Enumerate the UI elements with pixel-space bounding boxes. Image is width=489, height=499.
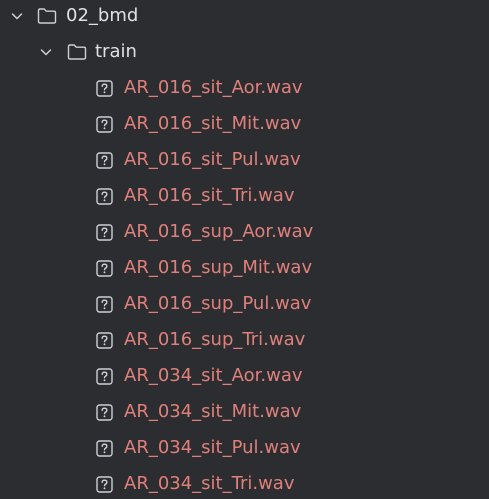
- tree-row-root-folder[interactable]: 02_bmd: [0, 0, 489, 34]
- tree-row-file-2[interactable]: AR_016_sit_Pul.wav: [0, 142, 489, 178]
- file-label: AR_034_sit_Pul.wav: [124, 437, 301, 458]
- tree-row-file-1[interactable]: AR_016_sit_Mit.wav: [0, 106, 489, 142]
- file-label: AR_016_sit_Pul.wav: [124, 149, 301, 170]
- file-label: AR_016_sit_Tri.wav: [124, 185, 295, 206]
- folder-label-train: train: [95, 41, 137, 62]
- unknown-file-icon: [96, 187, 113, 205]
- tree-row-file-6[interactable]: AR_016_sup_Pul.wav: [0, 286, 489, 322]
- file-label: AR_016_sup_Mit.wav: [124, 257, 313, 278]
- chevron-down-icon[interactable]: [39, 45, 53, 59]
- tree-row-file-5[interactable]: AR_016_sup_Mit.wav: [0, 250, 489, 286]
- unknown-file-icon: [96, 223, 113, 241]
- file-label: AR_034_sit_Mit.wav: [124, 401, 302, 422]
- unknown-file-icon: [96, 475, 113, 493]
- tree-row-train-folder[interactable]: train: [0, 34, 489, 70]
- file-label: AR_034_sit_Tri.wav: [124, 473, 295, 494]
- unknown-file-icon: [96, 367, 113, 385]
- unknown-file-icon: [96, 439, 113, 457]
- tree-row-file-8[interactable]: AR_034_sit_Aor.wav: [0, 358, 489, 394]
- unknown-file-icon: [96, 115, 113, 133]
- tree-row-file-11[interactable]: AR_034_sit_Tri.wav: [0, 466, 489, 499]
- unknown-file-icon: [96, 295, 113, 313]
- tree-row-file-7[interactable]: AR_016_sup_Tri.wav: [0, 322, 489, 358]
- folder-icon: [37, 8, 57, 24]
- unknown-file-icon: [96, 259, 113, 277]
- project-tree: 02_bmd train AR_016_sit_Aor.wav AR_016_s…: [0, 0, 489, 499]
- folder-label-root: 02_bmd: [66, 5, 139, 26]
- tree-row-file-9[interactable]: AR_034_sit_Mit.wav: [0, 394, 489, 430]
- unknown-file-icon: [96, 79, 113, 97]
- tree-row-file-0[interactable]: AR_016_sit_Aor.wav: [0, 70, 489, 106]
- tree-row-file-10[interactable]: AR_034_sit_Pul.wav: [0, 430, 489, 466]
- tree-row-file-4[interactable]: AR_016_sup_Aor.wav: [0, 214, 489, 250]
- file-label: AR_016_sup_Pul.wav: [124, 293, 312, 314]
- file-label: AR_016_sit_Aor.wav: [124, 77, 303, 98]
- file-label: AR_016_sup_Aor.wav: [124, 221, 314, 242]
- file-label: AR_016_sup_Tri.wav: [124, 329, 306, 350]
- chevron-down-icon[interactable]: [10, 9, 24, 23]
- folder-icon: [67, 44, 87, 60]
- unknown-file-icon: [96, 403, 113, 421]
- unknown-file-icon: [96, 331, 113, 349]
- unknown-file-icon: [96, 151, 113, 169]
- file-label: AR_034_sit_Aor.wav: [124, 365, 303, 386]
- tree-row-file-3[interactable]: AR_016_sit_Tri.wav: [0, 178, 489, 214]
- file-label: AR_016_sit_Mit.wav: [124, 113, 302, 134]
